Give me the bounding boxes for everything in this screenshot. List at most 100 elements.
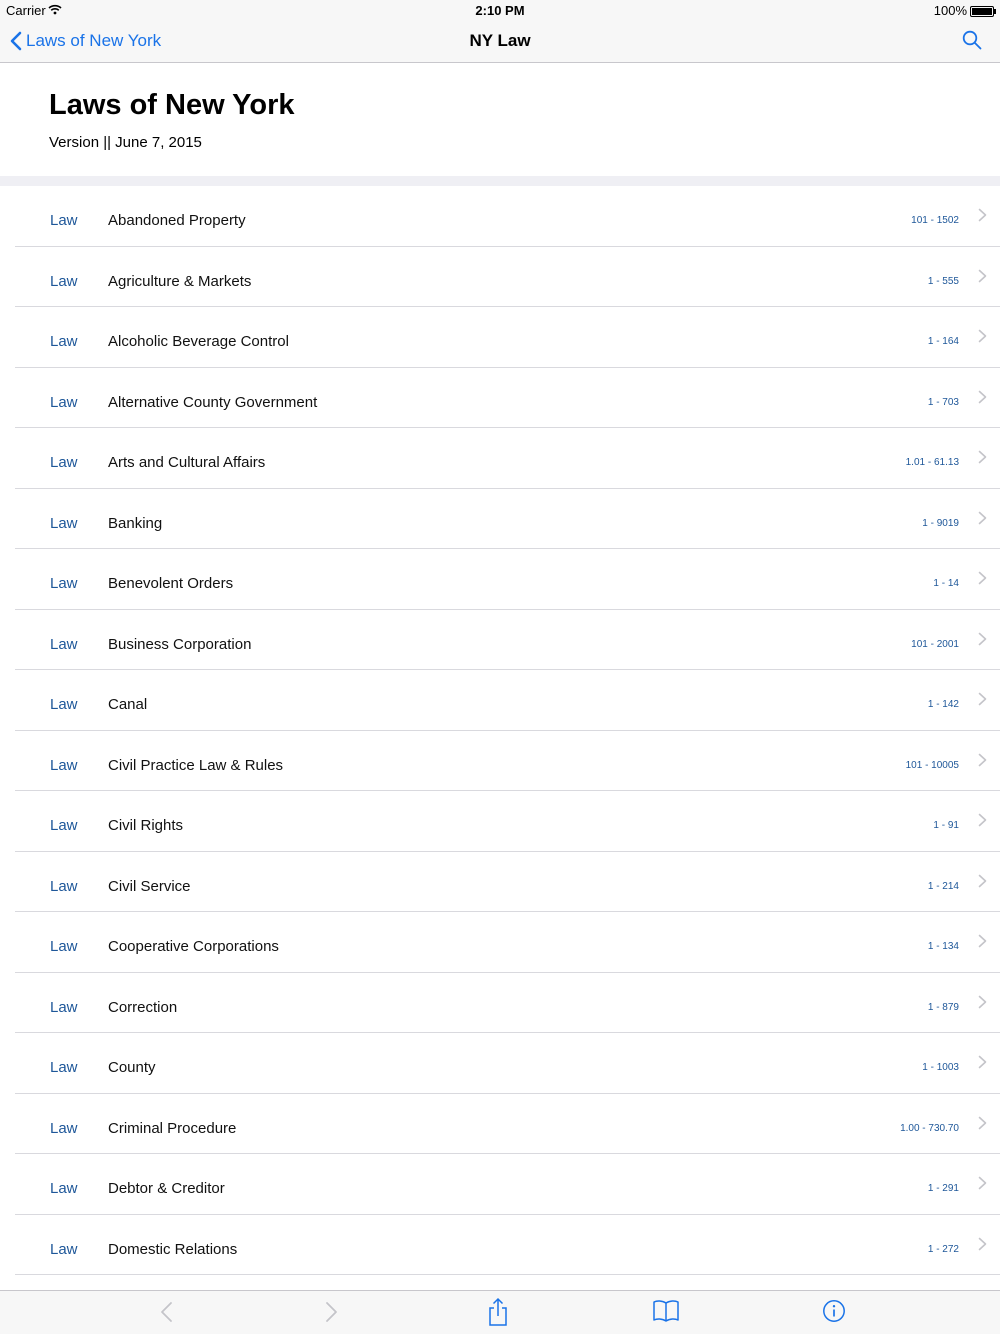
forward-arrow-icon — [326, 1302, 337, 1322]
section-range: 1 - 91 — [933, 820, 959, 831]
battery-icon — [970, 6, 996, 17]
law-name: Arts and Cultural Affairs — [108, 454, 266, 471]
list-item[interactable]: Law Criminal Procedure 1.00 - 730.70 — [0, 1094, 1000, 1155]
section-range: 1 - 272 — [927, 1243, 959, 1255]
law-tag: Law — [50, 635, 78, 653]
list-item[interactable]: Law Civil Practice Law & Rules 101 - 10005 — [0, 731, 1000, 792]
back-arrow-icon — [161, 1302, 172, 1322]
law-name: Abandoned Property — [108, 212, 246, 229]
list-item[interactable]: Law Civil Service 1 - 214 — [0, 852, 1000, 913]
bottom-toolbar — [0, 1290, 1000, 1334]
law-tag: Law — [50, 454, 78, 471]
list-item[interactable]: Law Benevolent Orders 1 - 14 — [0, 549, 1000, 610]
law-tag: Law — [50, 212, 78, 229]
chevron-right-icon — [978, 1237, 987, 1250]
list-item[interactable]: Law Canal 1 - 142 — [0, 670, 1000, 731]
chevron-right-icon — [978, 1116, 987, 1129]
section-range: 1.00 - 730.70 — [900, 1122, 959, 1134]
list-item[interactable]: Law Banking 1 - 9019 — [0, 489, 1000, 550]
chevron-right-icon — [978, 632, 987, 645]
law-tag: Law — [50, 575, 78, 592]
law-tag: Law — [50, 696, 78, 713]
chevron-right-icon — [978, 813, 987, 827]
search-button[interactable] — [962, 30, 982, 55]
section-range: 1.01 - 61.13 — [905, 457, 959, 468]
law-name: Criminal Procedure — [108, 1119, 237, 1137]
law-tag: Law — [50, 1240, 78, 1258]
list-item[interactable]: Law Business Corporation 101 - 2001 — [0, 610, 1000, 671]
chevron-right-icon — [978, 571, 987, 585]
section-range: 101 - 1502 — [911, 215, 959, 226]
law-tag: Law — [50, 272, 78, 290]
forward-arrow-button[interactable] — [324, 1300, 340, 1329]
list-item[interactable]: Law County 1 - 1003 — [0, 1033, 1000, 1094]
info-icon — [823, 1300, 845, 1322]
chevron-right-icon — [978, 269, 987, 282]
page-header: Laws of New York Version || June 7, 2015 — [0, 63, 1000, 176]
law-tag: Law — [50, 756, 78, 774]
law-name: Alternative County Government — [108, 393, 318, 411]
share-button[interactable] — [487, 1297, 509, 1332]
section-range: 1 - 291 — [927, 1183, 959, 1194]
status-bar: Carrier 2:10 PM 100% — [0, 0, 1000, 20]
list-item[interactable]: Law Agriculture & Markets 1 - 555 — [0, 247, 1000, 308]
law-name: Civil Service — [108, 877, 191, 895]
section-range: 1 - 1003 — [922, 1062, 959, 1073]
chevron-right-icon — [978, 450, 987, 464]
law-name: Correction — [108, 998, 178, 1016]
law-name: Benevolent Orders — [108, 575, 234, 592]
battery-percent: 100% — [933, 3, 967, 18]
law-name: Domestic Relations — [108, 1240, 238, 1258]
law-tag: Law — [50, 998, 78, 1016]
law-tag: Law — [50, 817, 78, 834]
info-button[interactable] — [822, 1299, 846, 1328]
chevron-right-icon — [978, 753, 987, 766]
section-range: 1 - 703 — [927, 396, 959, 408]
list-item[interactable]: Law Alcoholic Beverage Control 1 - 164 — [0, 307, 1000, 368]
list-item[interactable]: Law Alternative County Government 1 - 703 — [0, 368, 1000, 429]
book-icon — [653, 1300, 679, 1322]
section-range: 101 - 10005 — [905, 759, 959, 771]
nav-bar: Laws of New York NY Law — [0, 20, 1000, 63]
law-name: Civil Practice Law & Rules — [108, 756, 284, 774]
bookmarks-button[interactable] — [652, 1299, 680, 1328]
section-range: 1 - 9019 — [922, 517, 959, 529]
chevron-right-icon — [978, 692, 987, 706]
chevron-right-icon — [978, 208, 987, 222]
list-item[interactable]: Law Domestic Relations 1 - 272 — [0, 1215, 1000, 1276]
back-arrow-button[interactable] — [158, 1300, 174, 1329]
nav-title: NY Law — [469, 31, 531, 50]
section-range: 1 - 14 — [933, 578, 959, 589]
clock: 2:10 PM — [475, 3, 525, 18]
chevron-right-icon — [978, 390, 987, 403]
list-item[interactable]: Law Civil Rights 1 - 91 — [0, 791, 1000, 852]
law-name: Agriculture & Markets — [108, 272, 252, 290]
law-tag: Law — [50, 1180, 78, 1197]
section-range: 1 - 879 — [927, 1001, 959, 1013]
chevron-right-icon — [978, 511, 987, 524]
version-label: Version || June 7, 2015 — [49, 134, 202, 151]
section-range: 1 - 214 — [927, 880, 959, 892]
list-item[interactable]: Law Debtor & Creditor 1 - 291 — [0, 1154, 1000, 1215]
law-name: County — [108, 1059, 156, 1076]
share-icon — [489, 1297, 507, 1326]
section-range: 1 - 134 — [927, 941, 959, 952]
law-tag: Law — [50, 393, 78, 411]
list-item[interactable]: Law Arts and Cultural Affairs 1.01 - 61.13 — [0, 428, 1000, 489]
law-tag: Law — [50, 938, 78, 955]
chevron-right-icon — [978, 995, 987, 1008]
list-item[interactable]: Law Cooperative Corporations 1 - 134 — [0, 912, 1000, 973]
law-tag: Law — [50, 1119, 78, 1137]
law-name: Banking — [108, 514, 163, 532]
page-title: Laws of New York — [49, 89, 295, 121]
law-name: Cooperative Corporations — [108, 938, 279, 955]
section-range: 101 - 2001 — [911, 638, 959, 650]
law-list: Law Abandoned Property 101 - 1502 Law Agricu… — [0, 186, 1000, 1275]
law-tag: Law — [50, 514, 78, 532]
section-range: 1 - 555 — [927, 275, 959, 287]
law-name: Debtor & Creditor — [108, 1180, 225, 1197]
list-item[interactable]: Law Abandoned Property 101 - 1502 — [0, 186, 1000, 247]
law-name: Canal — [108, 696, 148, 713]
chevron-right-icon — [978, 1055, 987, 1069]
list-item[interactable]: Law Correction 1 - 879 — [0, 973, 1000, 1034]
